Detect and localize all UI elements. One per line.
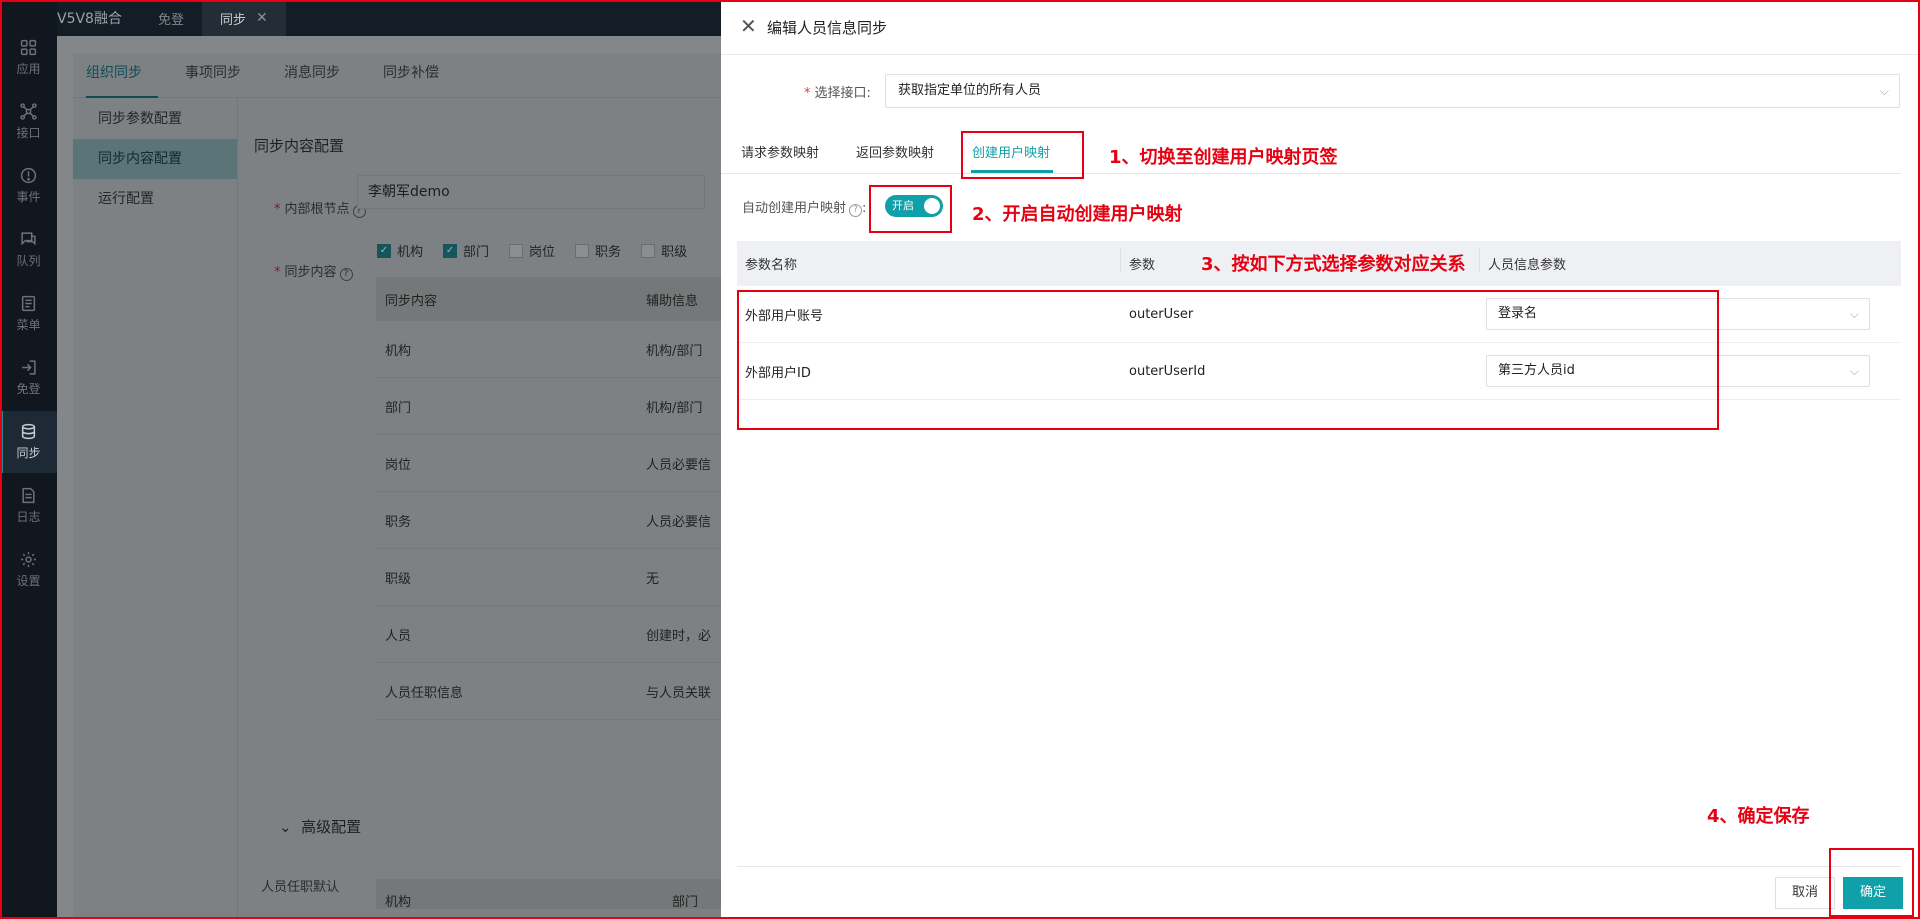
annotation-box-toggle (869, 185, 952, 233)
annotation-note-4: 4、确定保存 (1707, 806, 1810, 827)
annotation-note-1: 1、切换至创建用户映射页签 (1109, 147, 1338, 168)
annotation-box-table (737, 290, 1719, 430)
annotation-note-2: 2、开启自动创建用户映射 (972, 204, 1183, 225)
annotation-box-tab (961, 131, 1084, 179)
annotation-box-confirm (1829, 848, 1914, 917)
annotation-outer-frame (0, 0, 1920, 919)
annotation-note-3: 3、按如下方式选择参数对应关系 (1201, 254, 1466, 275)
